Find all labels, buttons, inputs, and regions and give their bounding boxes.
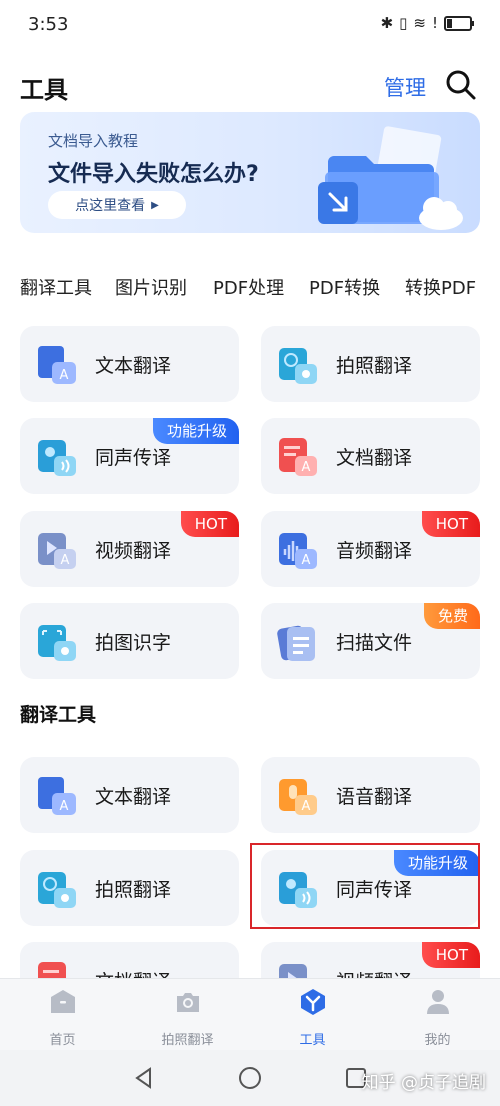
status-icons: ✱ ▯ ≋ !	[380, 14, 474, 32]
profile-icon	[426, 990, 449, 1014]
nav-item-home[interactable]: 首页	[0, 987, 125, 1048]
tool-tile-video-translate[interactable]: A 视频翻译 HOT	[20, 511, 239, 587]
category-tabs: 翻译工具 图片识别 PDF处理 PDF转换 转换PDF	[0, 270, 500, 302]
free-badge: 免费	[423, 603, 480, 629]
nav-label: 拍照翻译	[161, 1033, 214, 1048]
nav-label: 首页	[49, 1033, 76, 1048]
camera-icon	[176, 993, 199, 1012]
svg-text:A: A	[61, 553, 70, 568]
text-translate-icon: A	[38, 346, 76, 384]
category-tab-pdf-process[interactable]: PDF处理	[213, 274, 284, 300]
nav-label: 工具	[299, 1033, 326, 1048]
tool-tile-voice-translate[interactable]: A 语音翻译	[261, 757, 480, 833]
nav-label: 我的	[424, 1033, 451, 1048]
status-bar: 3:53 ✱ ▯ ≋ !	[0, 0, 500, 50]
vibrate-icon: ▯	[399, 14, 408, 32]
scan-file-icon	[277, 625, 315, 661]
nav-item-profile[interactable]: 我的	[375, 987, 500, 1048]
folder-illustration-icon	[318, 126, 463, 230]
tool-tile-label: 拍照翻译	[95, 879, 172, 901]
bottom-nav: 首页 拍照翻译 工具 我的	[0, 978, 500, 1050]
tool-tile-scan-file[interactable]: 扫描文件 免费	[261, 603, 480, 679]
audio-translate-icon: A	[279, 533, 317, 569]
tool-tile-label: 拍图识字	[95, 632, 172, 654]
category-tab-translate[interactable]: 翻译工具	[20, 274, 92, 300]
nav-item-tools[interactable]: 工具	[250, 987, 375, 1048]
svg-text:A: A	[302, 799, 311, 814]
banner-title: 文件导入失败怎么办?	[48, 162, 259, 187]
search-icon[interactable]	[444, 68, 478, 102]
banner-view-button[interactable]: 点这里查看 ▶	[48, 191, 186, 219]
status-time: 3:53	[28, 14, 69, 35]
tool-tile-label: 拍照翻译	[336, 355, 413, 377]
bluetooth-icon: ✱	[380, 14, 394, 32]
watermark-text: 知乎 @贞子追剧	[361, 1073, 486, 1093]
photo-ocr-icon	[38, 625, 76, 661]
tool-tile-label: 文本翻译	[95, 355, 172, 377]
home-button-icon[interactable]	[238, 1066, 262, 1090]
video-translate-icon: A	[38, 533, 76, 569]
battery-icon	[444, 15, 474, 31]
hot-badge: HOT	[421, 942, 480, 968]
tool-tile-text-translate[interactable]: A 文本翻译	[20, 757, 239, 833]
back-icon[interactable]	[132, 1066, 156, 1090]
tool-tile-label: 语音翻译	[336, 786, 413, 808]
category-tab-pdf-convert[interactable]: PDF转换	[309, 274, 380, 300]
photo-translate-icon	[38, 872, 76, 908]
play-arrow-icon: ▶	[151, 199, 159, 211]
tool-tile-label: 文档翻译	[336, 447, 413, 469]
home-icon	[50, 990, 75, 1013]
nav-item-photo-translate[interactable]: 拍照翻译	[125, 987, 250, 1048]
svg-text:A: A	[302, 460, 311, 475]
highlight-annotation-box	[250, 843, 480, 929]
tool-tile-simultaneous-interpret[interactable]: 同声传译 功能升级	[20, 418, 239, 494]
text-translate-icon: A	[38, 777, 76, 815]
alert-icon: !	[431, 14, 438, 32]
simultaneous-interpret-icon	[38, 440, 76, 476]
manage-button[interactable]: 管理	[384, 72, 426, 102]
tool-tile-label: 同声传译	[95, 447, 172, 469]
photo-translate-icon	[279, 348, 317, 384]
tool-tile-text-translate[interactable]: A 文本翻译	[20, 326, 239, 402]
document-translate-icon: A	[279, 438, 317, 476]
tool-tile-document-translate[interactable]: A 文档翻译	[261, 418, 480, 494]
banner-view-label: 点这里查看	[75, 198, 146, 214]
tool-tile-audio-translate[interactable]: A 音频翻译 HOT	[261, 511, 480, 587]
feature-upgrade-badge: 功能升级	[152, 418, 239, 444]
section-title-translate-tools: 翻译工具	[20, 704, 97, 726]
header: 工具 管理	[0, 62, 500, 108]
hot-badge: HOT	[421, 511, 480, 537]
tool-tile-photo-translate[interactable]: 拍照翻译	[261, 326, 480, 402]
tools-icon	[300, 989, 325, 1015]
tool-tile-label: 扫描文件	[336, 632, 413, 654]
svg-text:A: A	[60, 368, 69, 383]
banner-subtitle: 文档导入教程	[48, 132, 139, 150]
tutorial-banner[interactable]: 文档导入教程 文件导入失败怎么办? 点这里查看 ▶	[20, 112, 480, 233]
tool-tile-label: 文本翻译	[95, 786, 172, 808]
hot-badge: HOT	[180, 511, 239, 537]
category-tab-image-recognition[interactable]: 图片识别	[115, 274, 187, 300]
voice-translate-icon: A	[279, 779, 317, 815]
tool-tile-label: 视频翻译	[95, 540, 172, 562]
category-tab-convert-to-pdf[interactable]: 转换PDF	[405, 274, 476, 300]
tool-tile-photo-translate[interactable]: 拍照翻译	[20, 850, 239, 926]
tool-tile-label: 音频翻译	[336, 540, 413, 562]
page-title: 工具	[20, 76, 68, 104]
svg-text:A: A	[302, 553, 311, 568]
svg-text:A: A	[60, 799, 69, 814]
wifi-icon: ≋	[413, 14, 426, 32]
tool-tile-photo-ocr[interactable]: 拍图识字	[20, 603, 239, 679]
